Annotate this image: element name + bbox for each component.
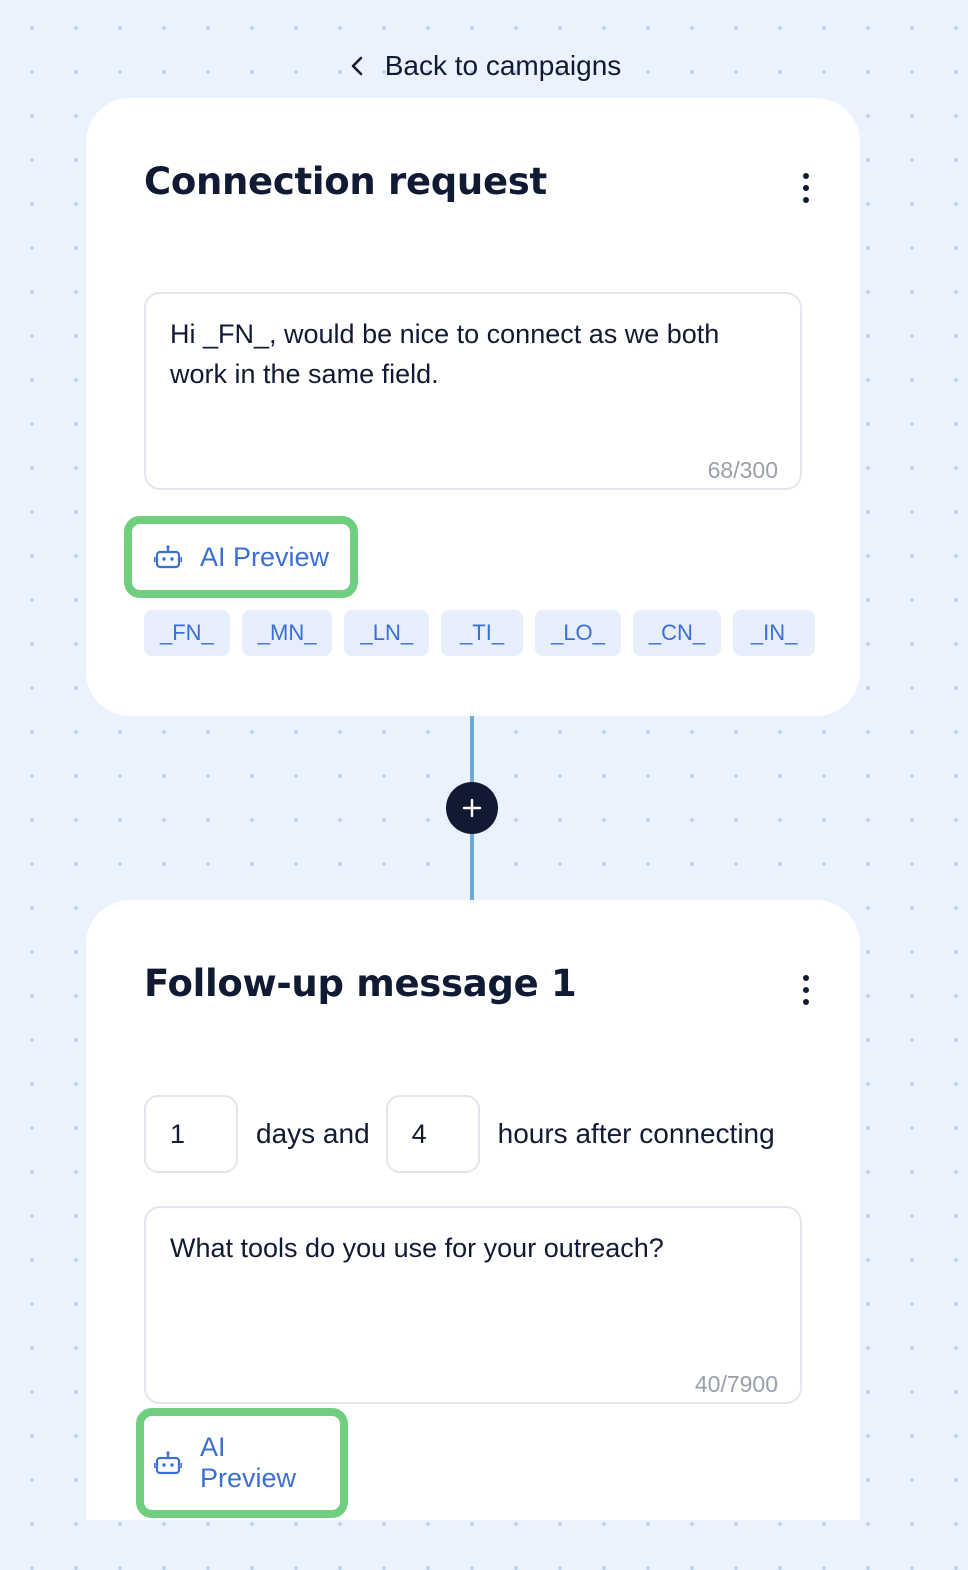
step-connector-top <box>470 716 474 782</box>
days-label: days and <box>256 1118 370 1149</box>
robot-icon <box>154 1450 182 1476</box>
followup-message-card: Follow-up message 1 days and hours after… <box>86 900 860 1520</box>
add-step-button[interactable] <box>446 782 498 834</box>
kebab-menu-icon[interactable] <box>792 970 820 1010</box>
followup-message-text: What tools do you use for your outreach? <box>170 1233 664 1263</box>
tag-cn[interactable]: _CN_ <box>632 610 722 656</box>
kebab-menu-icon[interactable] <box>792 168 820 208</box>
tag-ln[interactable]: _LN_ <box>344 610 430 656</box>
robot-icon <box>154 544 182 570</box>
connection-request-title: Connection request <box>144 160 547 203</box>
followup-message-field[interactable]: What tools do you use for your outreach?… <box>144 1206 802 1404</box>
delay-settings: days and hours after connecting <box>144 1094 791 1174</box>
variable-tags: _FN_ _MN_ _LN_ _TI_ _LO_ _CN_ _IN_ <box>144 610 816 656</box>
ai-preview-label: AI Preview <box>200 1432 297 1493</box>
connection-message-text: Hi _FN_, would be nice to connect as we … <box>170 319 720 389</box>
back-to-campaigns-link[interactable]: Back to campaigns <box>0 44 968 88</box>
followup-char-count: 40/7900 <box>694 1371 778 1397</box>
ai-preview-button[interactable]: AI Preview <box>124 516 358 598</box>
tag-in[interactable]: _IN_ <box>733 610 816 656</box>
tag-fn[interactable]: _FN_ <box>144 610 230 656</box>
days-input[interactable] <box>144 1095 238 1173</box>
tag-ti[interactable]: _TI_ <box>441 610 524 656</box>
step-connector-bottom <box>470 834 474 900</box>
back-link-label: Back to campaigns <box>384 50 622 81</box>
ai-preview-label: AI Preview <box>200 541 330 572</box>
connection-message-field[interactable]: Hi _FN_, would be nice to connect as we … <box>144 292 802 490</box>
tag-mn[interactable]: _MN_ <box>241 610 333 656</box>
ai-preview-button[interactable]: AI Preview <box>136 1408 348 1518</box>
connection-char-count: 68/300 <box>707 457 778 483</box>
hours-input[interactable] <box>385 1095 480 1173</box>
tag-lo[interactable]: _LO_ <box>535 610 621 656</box>
chevron-left-icon <box>347 55 369 77</box>
plus-icon <box>462 798 482 818</box>
connection-request-card: Connection request Hi _FN_, would be nic… <box>86 98 860 716</box>
hours-label: hours after connecting <box>497 1118 775 1149</box>
followup-message-title: Follow-up message 1 <box>144 962 577 1005</box>
